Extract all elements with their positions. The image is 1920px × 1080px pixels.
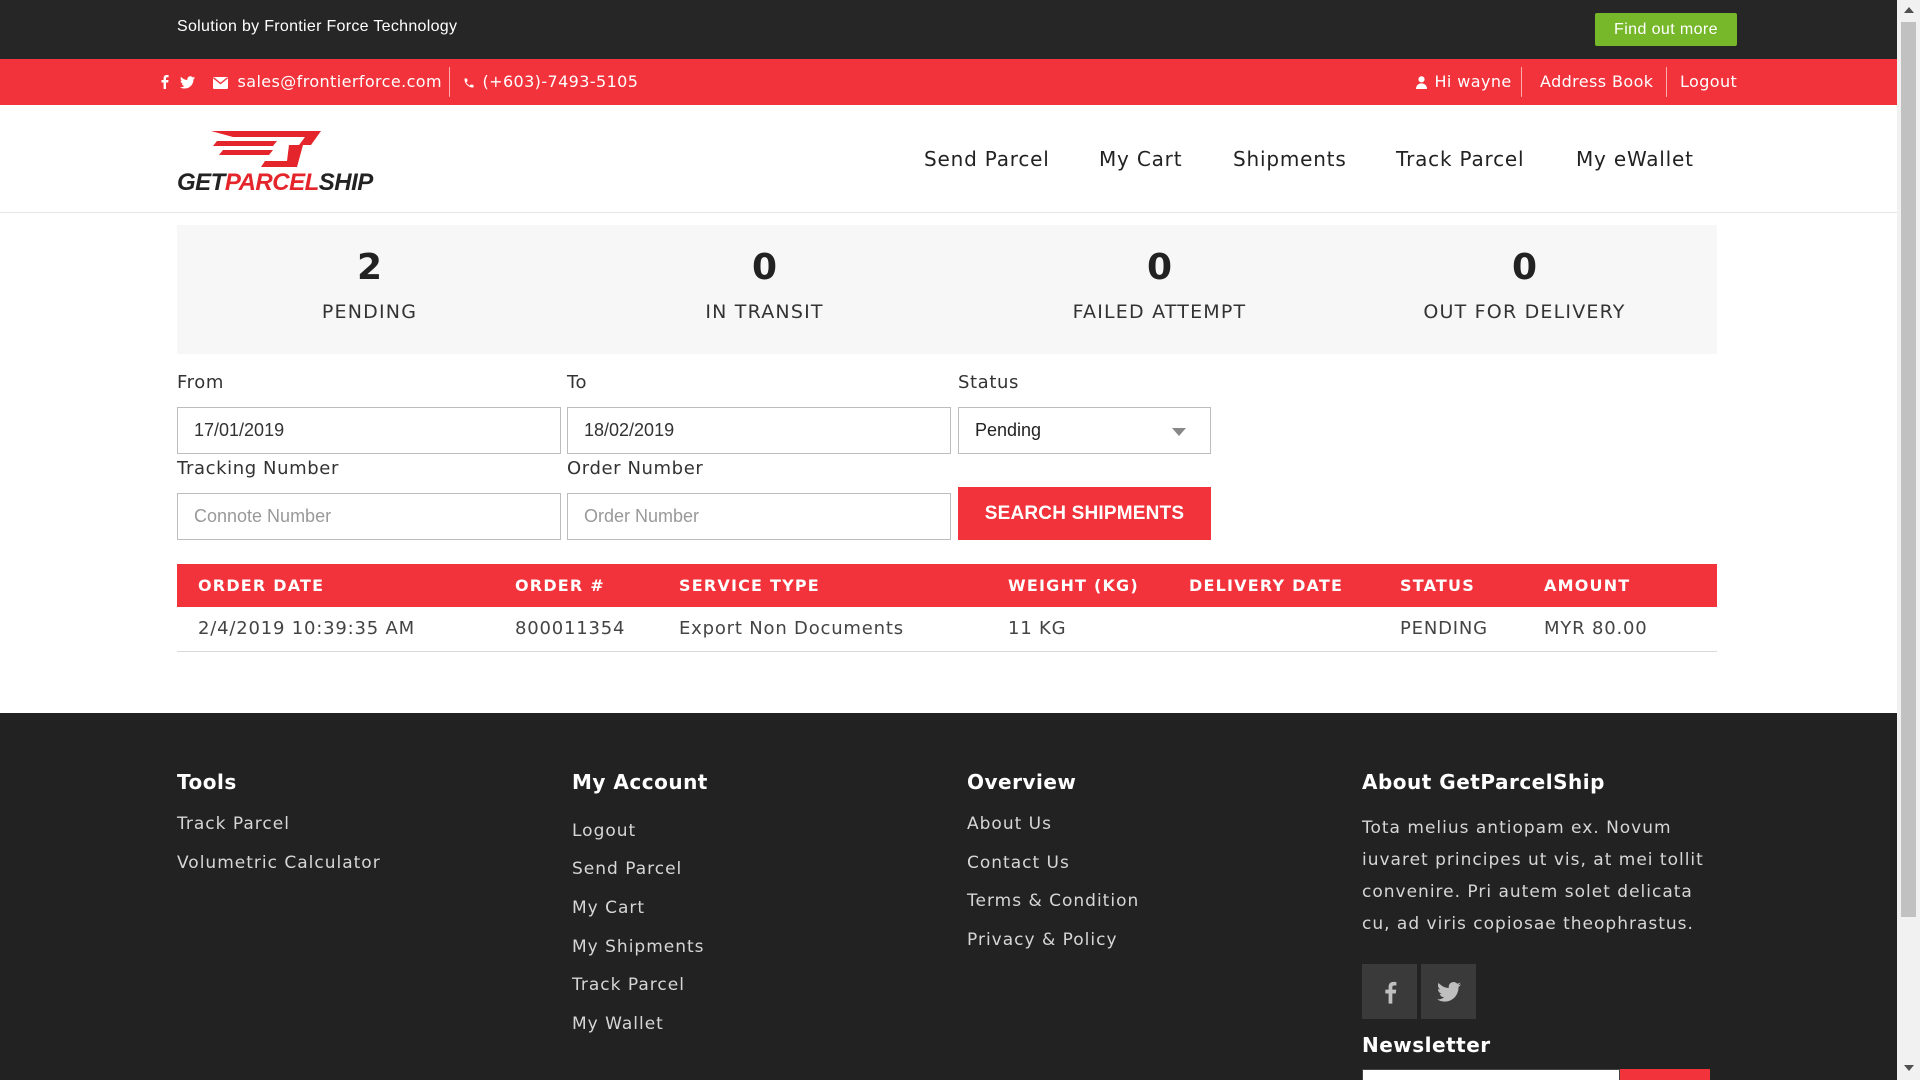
stat-value: 0 — [751, 247, 778, 288]
footer-link-terms-condition[interactable]: Terms & Condition — [967, 891, 1139, 911]
site-footer: Tools Track Parcel Volumetric Calculator… — [0, 713, 1897, 1080]
scroll-up-arrow-icon[interactable] — [1904, 7, 1914, 13]
twitter-icon[interactable] — [180, 59, 195, 105]
stat-label: OUT FOR DELIVERY — [1423, 301, 1626, 323]
phone-icon — [464, 78, 474, 88]
divider — [1521, 67, 1522, 97]
nav-track-parcel[interactable]: Track Parcel — [1396, 105, 1524, 213]
logo-part-parcel: PARCEL — [224, 169, 319, 196]
contact-bar: sales@frontierforce.com (+603)-7493-5105… — [0, 59, 1897, 105]
footer-link-contact-us[interactable]: Contact Us — [967, 853, 1070, 873]
footer-heading-tools: Tools — [177, 770, 237, 794]
scrollbar-thumb[interactable] — [1901, 22, 1916, 917]
page-scrollbar[interactable] — [1897, 0, 1920, 1080]
footer-heading-overview: Overview — [967, 770, 1077, 794]
top-bar: Solution by Frontier Force Technology Fi… — [0, 0, 1897, 59]
email-text: sales@frontierforce.com — [237, 72, 442, 91]
footer-heading-my-account: My Account — [572, 770, 708, 794]
footer-heading-about: About GetParcelShip — [1362, 770, 1605, 794]
scroll-down-arrow-icon[interactable] — [1904, 1065, 1914, 1071]
footer-link-volumetric-calculator[interactable]: Volumetric Calculator — [177, 853, 381, 873]
cell-status: PENDING — [1400, 618, 1488, 639]
column-header-order-number[interactable]: ORDER # — [515, 564, 605, 607]
footer-about-text: Tota melius antiopam ex. Novum iuvaret p… — [1362, 818, 1704, 934]
stat-value: 0 — [1146, 247, 1173, 288]
phone-link[interactable]: (+603)-7493-5105 — [463, 59, 638, 105]
getparcelship-logo[interactable]: GETPARCELSHIP — [177, 127, 373, 199]
cell-weight: 11 KG — [1008, 618, 1067, 639]
caret-down-icon — [1172, 428, 1186, 436]
stat-label: IN TRANSIT — [705, 301, 824, 323]
footer-link-track-parcel[interactable]: Track Parcel — [177, 814, 290, 834]
search-shipments-button[interactable]: SEARCH SHIPMENTS — [958, 487, 1211, 540]
status-select[interactable]: Pending — [958, 407, 1211, 454]
logout-link[interactable]: Logout — [1680, 59, 1737, 105]
footer-link-my-wallet[interactable]: My Wallet — [572, 1014, 664, 1034]
cell-order-number[interactable]: 800011354 — [515, 607, 625, 651]
order-number-label: Order Number — [567, 458, 704, 479]
footer-link-send-parcel[interactable]: Send Parcel — [572, 859, 682, 879]
divider — [1666, 67, 1667, 97]
footer-heading-newsletter: Newsletter — [1362, 1033, 1491, 1057]
newsletter-email-input[interactable] — [1362, 1069, 1620, 1080]
find-out-more-button[interactable]: Find out more — [1595, 13, 1737, 46]
twitter-icon[interactable] — [1421, 964, 1476, 1019]
to-label: To — [567, 372, 588, 393]
column-header-weight[interactable]: WEIGHT (KG) — [1008, 564, 1139, 607]
tracking-number-label: Tracking Number — [177, 458, 339, 479]
cell-order-date: 2/4/2019 10:39:35 AM — [198, 618, 415, 639]
to-date-input[interactable] — [567, 407, 951, 454]
phone-text: (+603)-7493-5105 — [482, 72, 639, 91]
greeting-text: Hi wayne — [1434, 72, 1512, 91]
status-select-value: Pending — [975, 420, 1042, 440]
stat-value: 0 — [1511, 247, 1538, 288]
nav-my-ewallet[interactable]: My eWallet — [1576, 105, 1694, 213]
column-header-order-date[interactable]: ORDER DATE — [198, 564, 324, 607]
table-row[interactable]: 2/4/2019 10:39:35 AM 800011354 Export No… — [177, 607, 1717, 652]
nav-shipments[interactable]: Shipments — [1233, 105, 1347, 213]
footer-link-about-us[interactable]: About Us — [967, 814, 1052, 834]
divider — [449, 67, 450, 97]
footer-link-logout[interactable]: Logout — [572, 821, 636, 841]
address-book-link[interactable]: Address Book — [1540, 59, 1653, 105]
logo-wordmark: GETPARCELSHIP — [177, 169, 373, 197]
footer-link-privacy-policy[interactable]: Privacy & Policy — [967, 930, 1118, 950]
shipments-table-header: ORDER DATE ORDER # SERVICE TYPE WEIGHT (… — [177, 564, 1717, 607]
footer-link-my-cart[interactable]: My Cart — [572, 898, 645, 918]
user-greeting[interactable]: Hi wayne — [1416, 59, 1512, 105]
facebook-icon[interactable] — [1362, 964, 1417, 1019]
stat-value: 2 — [356, 247, 383, 288]
from-label: From — [177, 372, 224, 393]
email-link[interactable]: sales@frontierforce.com — [213, 59, 442, 105]
facebook-icon[interactable] — [160, 59, 169, 105]
logo-mark-icon — [211, 131, 321, 167]
footer-link-my-shipments[interactable]: My Shipments — [572, 937, 705, 957]
newsletter-subscribe-button[interactable] — [1620, 1069, 1710, 1080]
shipment-stats-panel: 2 PENDING 0 IN TRANSIT 0 FAILED ATTEMPT … — [177, 225, 1717, 354]
stat-label: FAILED ATTEMPT — [1072, 301, 1247, 323]
nav-send-parcel[interactable]: Send Parcel — [924, 105, 1050, 213]
solution-text: Solution by Frontier Force Technology — [177, 18, 458, 35]
logo-part-ship: SHIP — [318, 169, 374, 196]
stat-label: PENDING — [321, 301, 418, 323]
column-header-amount[interactable]: AMOUNT — [1544, 564, 1630, 607]
status-label: Status — [958, 372, 1019, 393]
cell-service-type: Export Non Documents — [679, 618, 904, 639]
column-header-status[interactable]: STATUS — [1400, 564, 1475, 607]
nav-my-cart[interactable]: My Cart — [1099, 105, 1182, 213]
tracking-number-input[interactable] — [177, 493, 561, 540]
column-header-service-type[interactable]: SERVICE TYPE — [679, 564, 820, 607]
logo-part-get: GET — [177, 169, 225, 196]
order-number-input[interactable] — [567, 493, 951, 540]
footer-link-track-parcel[interactable]: Track Parcel — [572, 975, 685, 995]
user-icon — [1416, 76, 1427, 89]
cell-amount: MYR 80.00 — [1544, 618, 1648, 639]
main-header: GETPARCELSHIP Send Parcel My Cart Shipme… — [0, 105, 1897, 213]
envelope-icon — [213, 77, 228, 89]
from-date-input[interactable] — [177, 407, 561, 454]
column-header-delivery-date[interactable]: DELIVERY DATE — [1189, 564, 1343, 607]
